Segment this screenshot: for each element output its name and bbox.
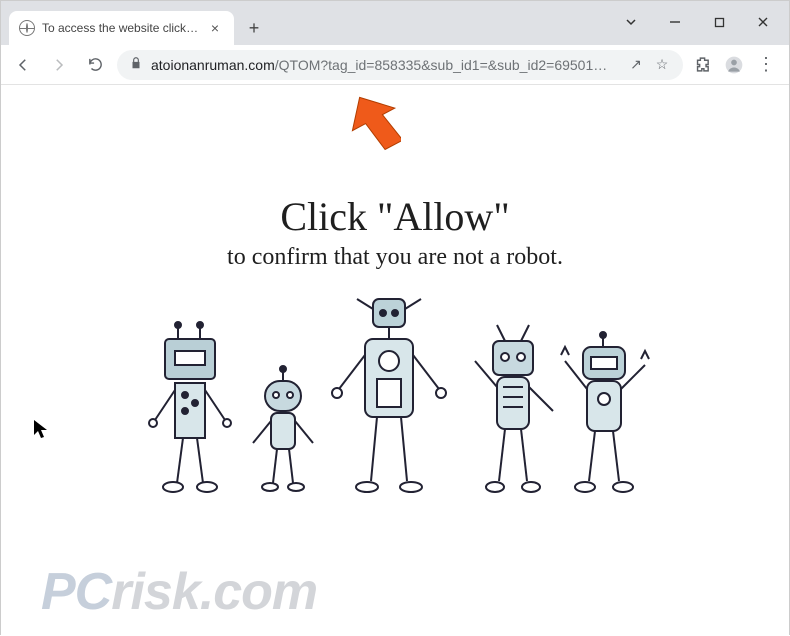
profile-avatar-icon[interactable] (723, 54, 745, 76)
share-icon[interactable]: ↗ (627, 56, 645, 73)
new-tab-button[interactable]: + (240, 14, 268, 42)
minimize-button[interactable] (655, 8, 695, 36)
watermark-risk: risk.com (111, 563, 317, 621)
url-path: /QTOM?tag_id=858335&sub_id1=&sub_id2=695… (275, 57, 608, 73)
orange-arrow-annotation (341, 93, 401, 162)
toolbar: atoionanruman.com/QTOM?tag_id=858335&sub… (1, 45, 789, 85)
url-host: atoionanruman.com (151, 57, 275, 73)
watermark-pc: PC (41, 563, 111, 621)
back-button[interactable] (9, 51, 37, 79)
address-bar[interactable]: atoionanruman.com/QTOM?tag_id=858335&sub… (117, 50, 683, 80)
robots-illustration (125, 295, 665, 505)
toolbar-right: ⋮ (691, 54, 781, 76)
globe-icon (19, 20, 35, 36)
window-close-button[interactable] (743, 8, 783, 36)
page-content: Click "Allow" to confirm that you are no… (1, 193, 789, 510)
watermark: PCrisk.com (41, 562, 317, 622)
subline-text: to confirm that you are not a robot. (1, 244, 789, 271)
reload-button[interactable] (81, 51, 109, 79)
close-tab-icon[interactable]: × (206, 20, 224, 36)
maximize-button[interactable] (699, 8, 739, 36)
bookmark-star-icon[interactable]: ☆ (653, 56, 671, 73)
extensions-icon[interactable] (691, 54, 713, 76)
headline-text: Click "Allow" (1, 193, 789, 240)
title-bar: To access the website click the "A × + (1, 1, 789, 45)
page-viewport: Click "Allow" to confirm that you are no… (1, 85, 789, 636)
window-controls (611, 5, 789, 39)
forward-button[interactable] (45, 51, 73, 79)
mouse-cursor-icon (33, 419, 49, 444)
url-text: atoionanruman.com/QTOM?tag_id=858335&sub… (151, 57, 619, 73)
kebab-menu-icon[interactable]: ⋮ (755, 54, 777, 76)
tab-search-caret-icon[interactable] (611, 8, 651, 36)
lock-icon (129, 56, 143, 73)
tab-title: To access the website click the "A (42, 21, 199, 35)
browser-tab[interactable]: To access the website click the "A × (9, 11, 234, 45)
